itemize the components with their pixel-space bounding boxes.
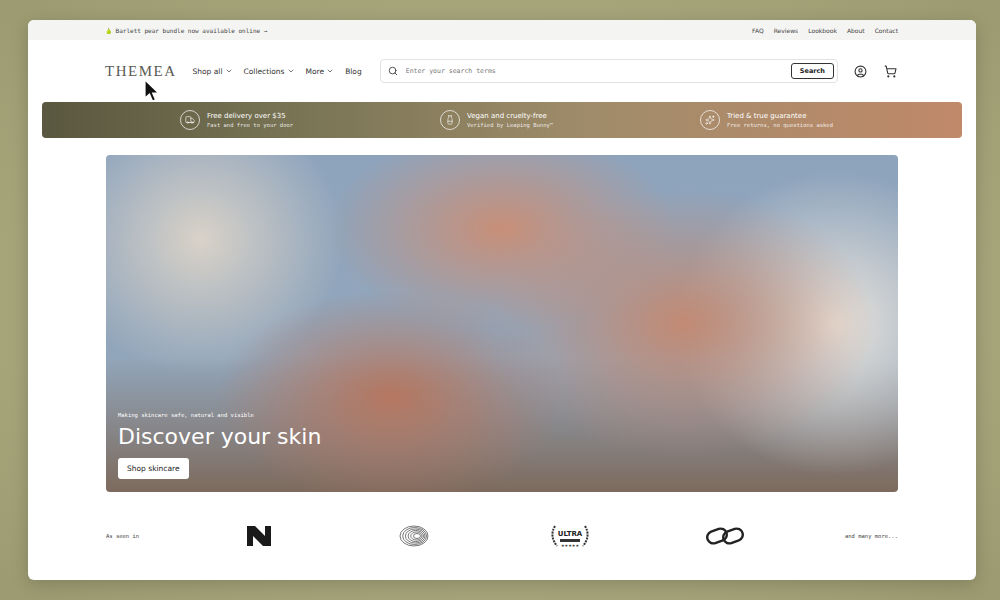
top-link[interactable]: Lookbook xyxy=(808,27,837,34)
feature-title: Vegan and cruelty-free xyxy=(467,112,553,120)
top-link[interactable]: Reviews xyxy=(774,27,799,34)
ultra-badge-logo: ULTRA ★★★★★ xyxy=(547,524,593,548)
hero-button[interactable]: Shop skincare xyxy=(118,458,189,479)
top-link[interactable]: FAQ xyxy=(752,27,764,34)
feature-item: Tried & true guarantee Free returns, no q… xyxy=(700,110,960,130)
cart-button[interactable] xyxy=(882,63,898,79)
links-logo-icon xyxy=(704,527,746,545)
feature-badge xyxy=(440,110,460,130)
rings-logo-icon xyxy=(399,525,429,547)
features-strip: Free delivery over $35 Fast and free to y… xyxy=(42,102,962,138)
site-header: THEMEA Shop all Collections More Blog Search xyxy=(28,40,976,102)
mouse-pointer-icon xyxy=(144,79,160,103)
hero-banner: Making skincare safe, natural and visibl… xyxy=(106,155,898,492)
nav-item[interactable]: Shop all xyxy=(193,67,233,76)
press-logo xyxy=(224,526,294,546)
user-icon xyxy=(854,65,867,78)
press-row: As seen in ULTRA ★★★★★ and many more... xyxy=(28,492,976,580)
store-page: 🍐 Barlett pear bundle now available onli… xyxy=(28,20,976,580)
feature-icon xyxy=(445,115,455,125)
feature-text: Free delivery over $35 Fast and free to y… xyxy=(207,112,293,128)
chevron-down-icon xyxy=(225,67,233,75)
nav-item[interactable]: Blog xyxy=(345,67,362,76)
svg-text:★★★★★: ★★★★★ xyxy=(561,543,579,548)
svg-text:ULTRA: ULTRA xyxy=(557,530,582,538)
press-logo xyxy=(379,525,449,547)
feature-title: Tried & true guarantee xyxy=(727,112,833,120)
nav-item[interactable]: Collections xyxy=(244,67,295,76)
hero-eyebrow: Making skincare safe, natural and visibl… xyxy=(118,412,886,418)
press-more: and many more... xyxy=(845,533,898,539)
feature-text: Tried & true guarantee Free returns, no q… xyxy=(727,112,833,128)
top-links: FAQ Reviews Lookbook About Contact xyxy=(752,27,898,34)
n-logo-icon xyxy=(247,526,271,546)
feature-badge xyxy=(180,110,200,130)
hero-title: Discover your skin xyxy=(118,424,886,449)
press-label: As seen in xyxy=(106,533,139,539)
announcement-bar: 🍐 Barlett pear bundle now available onli… xyxy=(28,20,976,40)
feature-subtitle: Verified by Leaping Bunny™ xyxy=(467,122,553,128)
feature-item: Vegan and cruelty-free Verified by Leapin… xyxy=(440,110,700,130)
search-icon xyxy=(388,66,398,76)
chevron-down-icon xyxy=(326,67,334,75)
announcement-text[interactable]: 🍐 Barlett pear bundle now available onli… xyxy=(105,27,267,34)
feature-subtitle: Free returns, no questions asked xyxy=(727,122,833,128)
browser-stage: 🍐 Barlett pear bundle now available onli… xyxy=(0,0,1000,600)
main-nav: Shop all Collections More Blog xyxy=(193,67,362,76)
feature-text: Vegan and cruelty-free Verified by Leapin… xyxy=(467,112,553,128)
account-button[interactable] xyxy=(852,63,868,79)
site-logo[interactable]: THEMEA xyxy=(105,63,177,80)
cart-icon xyxy=(884,65,897,78)
search-button[interactable]: Search xyxy=(791,63,834,79)
search-box: Search xyxy=(380,59,838,83)
feature-subtitle: Fast and free to your door xyxy=(207,122,293,128)
search-input[interactable] xyxy=(404,66,785,76)
feature-title: Free delivery over $35 xyxy=(207,112,293,120)
feature-icon xyxy=(185,115,195,125)
feature-badge xyxy=(700,110,720,130)
chevron-down-icon xyxy=(287,67,295,75)
nav-item[interactable]: More xyxy=(306,67,335,76)
top-link[interactable]: About xyxy=(847,27,865,34)
top-link[interactable]: Contact xyxy=(875,27,898,34)
press-logo xyxy=(690,527,760,545)
feature-item: Free delivery over $35 Fast and free to y… xyxy=(180,110,440,130)
feature-icon xyxy=(705,115,715,125)
press-logo: ULTRA ★★★★★ xyxy=(535,524,605,548)
